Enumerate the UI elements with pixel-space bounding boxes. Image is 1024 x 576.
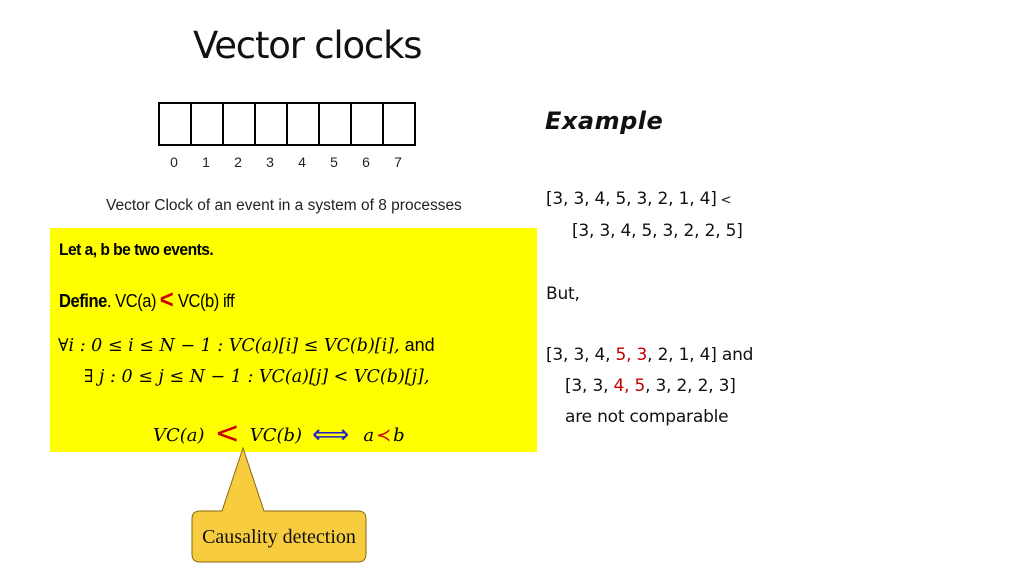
vector-3-part2: , 2, 1, 4] and bbox=[647, 345, 754, 365]
exists-condition: ∃ j : 0 ≤ j ≤ N − 1 : VC(a)[j] < VC(b)[j… bbox=[84, 367, 430, 387]
define-vc-b: VC(b) iff bbox=[177, 291, 235, 311]
vector-4-part2: , 3, 2, 2, 3] bbox=[645, 376, 736, 396]
final-b: b bbox=[393, 425, 405, 446]
forall-condition: ∀i : 0 ≤ i ≤ N − 1 : VC(a)[i] ≤ VC(b)[i]… bbox=[58, 335, 435, 356]
final-rhs: VC(b) bbox=[249, 425, 303, 446]
final-a: a bbox=[363, 425, 375, 446]
but-label: But, bbox=[546, 284, 580, 304]
vector-3-highlight: 5, 3 bbox=[615, 345, 648, 365]
example-heading: Example bbox=[545, 107, 664, 135]
example-vector-2: [3, 3, 4, 5, 3, 2, 2, 5] bbox=[572, 221, 743, 241]
define-label: Define bbox=[59, 291, 107, 311]
vector-clock-cell bbox=[320, 104, 352, 144]
forall-and: and bbox=[399, 335, 435, 355]
vector-clock-index: 5 bbox=[330, 154, 338, 170]
vector-clock-index: 3 bbox=[266, 154, 274, 170]
vector-clock-caption: Vector Clock of an event in a system of … bbox=[106, 197, 462, 214]
final-lhs: VC(a) bbox=[153, 425, 205, 446]
not-comparable-text: are not comparable bbox=[565, 407, 729, 427]
example-vector-3: [3, 3, 4, 5, 3, 2, 1, 4] and bbox=[546, 345, 753, 365]
vector-clock-index: 4 bbox=[298, 154, 306, 170]
vector-clock-index: 0 bbox=[170, 154, 178, 170]
vector-clock-index: 1 bbox=[202, 154, 210, 170]
vector-clock-cell bbox=[192, 104, 224, 144]
vector-clock-cell bbox=[384, 104, 416, 144]
slide-title: Vector clocks bbox=[193, 24, 423, 67]
less-than-symbol: < bbox=[159, 284, 174, 314]
vector-clock-cell bbox=[288, 104, 320, 144]
define-line: Define. VC(a) < VC(b) iff bbox=[59, 284, 235, 315]
iff-arrow-icon: ⟺ bbox=[312, 420, 350, 450]
vector-clock-cell bbox=[352, 104, 384, 144]
causality-detection-label: Causality detection bbox=[202, 526, 356, 548]
vector-clock-cell bbox=[224, 104, 256, 144]
let-events-line: Let a, b be two events. bbox=[59, 240, 214, 259]
vector-1-values: [3, 3, 4, 5, 3, 2, 1, 4] bbox=[546, 189, 717, 209]
vector-less-than: < bbox=[720, 193, 732, 208]
final-less-than: < bbox=[214, 416, 240, 451]
vector-clock-indices: 0 1 2 3 4 5 6 7 bbox=[158, 154, 414, 170]
define-vc-a: . VC(a) bbox=[106, 291, 157, 311]
vector-clock-index: 7 bbox=[394, 154, 402, 170]
causality-equivalence: VC(a) < VC(b) ⟺ a ≺ b bbox=[153, 416, 405, 451]
vector-3-part1: [3, 3, 4, bbox=[546, 345, 616, 365]
definition-box: Let a, b be two events. Define. VC(a) < VC… bbox=[50, 228, 537, 452]
vector-clock-index: 2 bbox=[234, 154, 242, 170]
example-vector-4: [3, 3, 4, 5, 3, 2, 2, 3] bbox=[565, 376, 736, 396]
vector-clock-index: 6 bbox=[362, 154, 370, 170]
precedes-symbol: ≺ bbox=[376, 425, 392, 446]
example-vector-1: [3, 3, 4, 5, 3, 2, 1, 4] < bbox=[546, 189, 732, 209]
vector-clock-cell bbox=[256, 104, 288, 144]
vector-clock-cell bbox=[160, 104, 192, 144]
forall-formula: ∀i : 0 ≤ i ≤ N − 1 : VC(a)[i] ≤ VC(b)[i]… bbox=[58, 336, 400, 356]
vector-4-part1: [3, 3, bbox=[565, 376, 614, 396]
vector-4-highlight: 4, 5 bbox=[613, 376, 646, 396]
vector-clock-diagram bbox=[158, 102, 416, 146]
